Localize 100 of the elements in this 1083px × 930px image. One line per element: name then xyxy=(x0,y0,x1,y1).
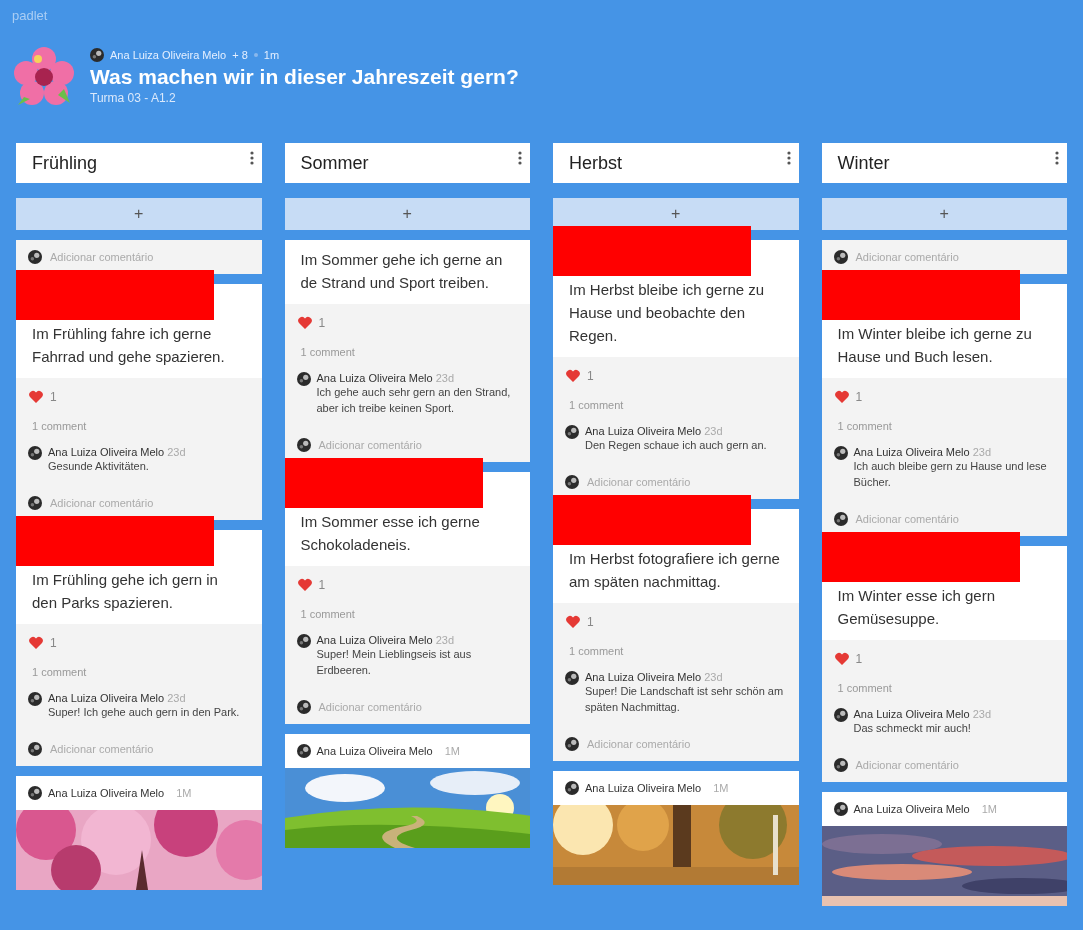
post-author: Ana Luiza Oliveira Melo xyxy=(853,803,970,815)
comment-time: 23d xyxy=(704,671,723,683)
comment-time: 23d xyxy=(972,446,992,458)
brand-logo[interactable]: padlet xyxy=(0,0,48,30)
column-title: Sommer xyxy=(300,152,369,174)
heart-icon xyxy=(296,577,313,593)
comment-count: 1 comment xyxy=(31,420,88,432)
comment-text: Den Regen schaue ich auch gern an. xyxy=(585,438,767,453)
comment-text: Gesunde Aktivitäten. xyxy=(48,459,150,474)
column-title: Frühling xyxy=(32,152,98,174)
post-text: Im Herbst bleibe ich gerne zu Hause und beobachte den Regen. xyxy=(568,280,766,346)
more-icon xyxy=(518,151,522,165)
avatar-icon xyxy=(28,496,42,510)
post-time: 1m xyxy=(263,48,280,61)
avatar-icon xyxy=(28,692,42,706)
avatar-icon xyxy=(565,781,579,795)
post-time: 1M xyxy=(981,803,997,815)
add-post-button[interactable]: + xyxy=(821,198,1067,230)
post-text: Im Sommer esse ich gerne Schokoladeneis. xyxy=(299,512,481,555)
heart-icon xyxy=(565,614,581,630)
board-title: Was machen wir in dieser Jahreszeit gern? xyxy=(90,64,519,89)
add-post-button[interactable]: + xyxy=(553,198,799,230)
avatar-icon xyxy=(565,737,579,751)
flower-icon xyxy=(14,45,74,107)
comment-author: Ana Luiza Oliveira Melo xyxy=(316,372,433,384)
more-icon xyxy=(1055,151,1059,165)
comment-text: Ich gehe auch sehr gern an den Strand, aber ich treibe keinen Sport. xyxy=(316,385,512,416)
like-count: 1 xyxy=(855,652,863,666)
post-time: 1M xyxy=(444,745,460,757)
comment-time: 23d xyxy=(167,446,186,458)
avatar-icon xyxy=(28,250,42,264)
post-text: Im Frühling gehe ich gern in den Parks spazieren. xyxy=(31,570,219,613)
avatar-icon xyxy=(565,671,579,685)
post-author: Ana Luiza Oliveira Melo xyxy=(316,745,433,757)
comment-author: Ana Luiza Oliveira Melo xyxy=(853,708,970,720)
add-comment-field[interactable]: Adicionar comentário xyxy=(587,738,691,750)
avatar-icon xyxy=(296,372,311,386)
post-text: Im Winter bleibe ich gerne zu Hause und Buch lesen. xyxy=(836,324,1033,367)
avatar-icon xyxy=(565,475,579,489)
comment-text: Ich auch bleibe gern zu Hause und lese Bücher. xyxy=(853,459,1048,490)
avatar-icon xyxy=(90,47,104,62)
add-comment-field[interactable]: Adicionar comentário xyxy=(587,476,691,488)
comment-author: Ana Luiza Oliveira Melo xyxy=(853,446,970,458)
add-comment-field[interactable]: Adicionar comentário xyxy=(50,497,154,509)
add-comment-field[interactable]: Adicionar comentário xyxy=(855,251,959,263)
avatar-icon xyxy=(296,744,311,758)
post-time: 1M xyxy=(176,787,192,799)
add-comment-field[interactable]: Adicionar comentário xyxy=(318,439,422,451)
like-count: 1 xyxy=(318,578,326,592)
heart-icon xyxy=(565,368,581,384)
add-comment-field[interactable]: Adicionar comentário xyxy=(855,513,959,525)
comment-time: 23d xyxy=(435,634,455,646)
comment-count: 1 comment xyxy=(836,420,893,432)
column-title: Winter xyxy=(837,152,890,174)
like-count: 1 xyxy=(587,615,594,629)
comment-text: Super! Ich gehe auch gern in den Park. xyxy=(48,705,240,720)
comment-author: Ana Luiza Oliveira Melo xyxy=(316,634,433,646)
avatar-icon xyxy=(833,758,848,772)
add-comment-field[interactable]: Adicionar comentário xyxy=(50,743,154,755)
contributor-count: + 8 xyxy=(232,48,248,61)
comment-author: Ana Luiza Oliveira Melo xyxy=(48,446,165,458)
like-count: 1 xyxy=(318,316,326,330)
post-text: Im Herbst fotografiere ich gerne am späten nachmittag. xyxy=(568,549,781,592)
avatar-icon xyxy=(833,708,848,722)
add-comment-field[interactable]: Adicionar comentário xyxy=(50,251,154,263)
board-subtitle: Turma 03 - A1.2 xyxy=(90,90,177,105)
avatar-icon xyxy=(565,425,579,439)
comment-author: Ana Luiza Oliveira Melo xyxy=(585,671,702,683)
author-name: Ana Luiza Oliveira Melo xyxy=(110,48,227,61)
add-post-button[interactable]: + xyxy=(16,198,262,230)
avatar-icon xyxy=(833,512,848,526)
post-time: 1M xyxy=(713,782,729,794)
add-comment-field[interactable]: Adicionar comentário xyxy=(855,759,959,771)
avatar-icon xyxy=(296,700,311,714)
comment-author: Ana Luiza Oliveira Melo xyxy=(585,425,702,437)
comment-count: 1 comment xyxy=(299,608,356,620)
comment-text: Super! Die Landschaft ist sehr schön am späten Nachmittag. xyxy=(585,684,785,715)
like-count: 1 xyxy=(855,390,863,404)
more-icon xyxy=(786,151,791,165)
post-text: Im Frühling fahre ich gerne Fahrrad und gehe spazieren. xyxy=(31,324,226,367)
comment-text: Super! Mein Lieblingseis ist aus Erdbeeren. xyxy=(316,647,473,678)
comment-time: 23d xyxy=(435,372,455,384)
add-comment-field[interactable]: Adicionar comentário xyxy=(318,701,422,713)
comment-count: 1 comment xyxy=(568,645,625,657)
heart-icon xyxy=(833,651,850,667)
like-count: 1 xyxy=(587,369,594,383)
avatar-icon xyxy=(833,446,848,460)
post-author: Ana Luiza Oliveira Melo xyxy=(48,787,165,799)
column-title: Herbst xyxy=(569,152,622,174)
avatar-icon xyxy=(296,438,311,452)
like-count: 1 xyxy=(50,390,57,404)
add-post-button[interactable]: + xyxy=(284,198,530,230)
like-count: 1 xyxy=(50,636,57,650)
avatar-icon xyxy=(28,786,42,800)
heart-icon xyxy=(28,635,44,651)
avatar-icon xyxy=(28,446,42,460)
avatar-icon xyxy=(28,742,42,756)
post-text: Im Sommer gehe ich gerne an de Strand und Sport treiben. xyxy=(299,250,504,293)
heart-icon xyxy=(28,389,44,405)
comment-time: 23d xyxy=(167,692,186,704)
